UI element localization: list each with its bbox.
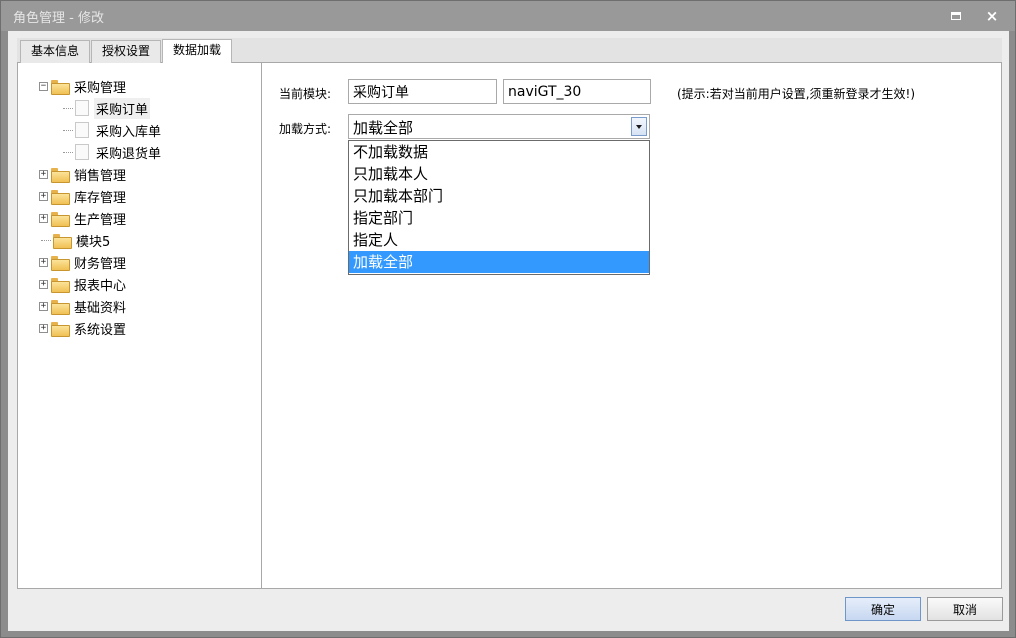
tree-connector [63,151,73,153]
tree-node-purchase-receipt[interactable]: 采购入库单 [63,120,163,140]
folder-icon [51,189,70,205]
expand-icon[interactable]: + [39,323,48,333]
window-title: 角色管理 - 修改 [13,11,104,26]
collapse-icon[interactable]: − [39,81,48,91]
data-loading-form: 当前模块: (提示:若对当前用户设置,须重新登录才生效!) 加载方式: 加载全部… [263,63,1001,588]
expand-icon[interactable]: + [39,213,48,223]
tree-node-label: 库存管理 [74,190,127,206]
tab-authorization[interactable]: 授权设置 [91,40,162,63]
option-specified-person[interactable]: 指定人 [349,229,649,251]
module-tree: − 采购管理 采购订单 采购入库单 采购退货单 + 销售管理 + 库存管理 + … [18,63,262,588]
tree-node-label: 生产管理 [74,212,127,228]
option-self-only[interactable]: 只加载本人 [349,163,649,185]
expand-icon[interactable]: + [39,169,48,179]
expand-icon[interactable]: + [39,301,48,311]
tree-node-label: 报表中心 [74,278,127,294]
tree-node-label: 模块5 [76,234,111,250]
tree-node-production[interactable]: + 生产管理 [39,208,128,228]
close-button[interactable]: × [981,7,1003,25]
tree-node-module5[interactable]: 模块5 [41,230,112,250]
option-load-all[interactable]: 加载全部 [349,251,649,273]
tab-strip: 基本信息 授权设置 数据加载 [17,38,1002,63]
folder-icon [53,233,72,249]
tree-node-label: 采购退货单 [96,146,162,162]
tree-node-inventory[interactable]: + 库存管理 [39,186,128,206]
option-no-load[interactable]: 不加载数据 [349,141,649,163]
tree-node-label: 销售管理 [74,168,127,184]
document-icon [75,144,89,160]
document-icon [75,100,89,116]
dialog-body: 基本信息 授权设置 数据加载 − 采购管理 采购订单 采购入库单 采购退货单 +… [8,31,1009,631]
tree-node-sales[interactable]: + 销售管理 [39,164,128,184]
tree-node-label: 基础资料 [74,300,127,316]
document-icon [75,122,89,138]
tree-node-label: 采购管理 [74,80,127,96]
ok-button[interactable]: 确定 [845,597,921,621]
folder-icon [51,255,70,271]
folder-icon [51,167,70,183]
module-code-field[interactable] [503,79,651,104]
expand-icon[interactable]: + [39,191,48,201]
title-bar[interactable]: 角色管理 - 修改 × [1,1,1015,31]
dialog-window: 角色管理 - 修改 × 基本信息 授权设置 数据加载 − 采购管理 采购订单 采… [0,0,1016,638]
tree-connector [41,239,51,241]
folder-icon [51,299,70,315]
load-mode-select[interactable]: 加载全部 [348,114,650,139]
tree-node-reports[interactable]: + 报表中心 [39,274,128,294]
tree-connector [63,107,73,109]
tree-connector [63,129,73,131]
close-icon: × [985,6,999,25]
folder-icon [51,277,70,293]
tree-node-finance[interactable]: + 财务管理 [39,252,128,272]
tree-node-system-settings[interactable]: + 系统设置 [39,318,128,338]
option-specified-department[interactable]: 指定部门 [349,207,649,229]
dropdown-button[interactable] [631,117,647,136]
tree-node-procurement[interactable]: − 采购管理 [39,76,128,96]
tab-panel-data-loading: − 采购管理 采购订单 采购入库单 采购退货单 + 销售管理 + 库存管理 + … [17,63,1002,589]
maximize-button[interactable] [945,7,967,25]
load-mode-value: 加载全部 [353,119,414,137]
tree-node-purchase-order[interactable]: 采购订单 [63,97,151,119]
module-name-field[interactable] [348,79,497,104]
expand-icon[interactable]: + [39,257,48,267]
tree-node-label: 财务管理 [74,256,127,272]
load-mode-label: 加载方式: [279,122,332,136]
tab-basic-info[interactable]: 基本信息 [20,40,91,63]
tree-node-master-data[interactable]: + 基础资料 [39,296,128,316]
current-module-label: 当前模块: [279,87,332,101]
tree-node-label: 采购入库单 [96,124,162,140]
expand-icon[interactable]: + [39,279,48,289]
chevron-down-icon [636,124,642,129]
folder-icon [51,321,70,337]
tree-node-label: 系统设置 [74,322,127,338]
hint-text: (提示:若对当前用户设置,须重新登录才生效!) [677,87,916,101]
cancel-button[interactable]: 取消 [927,597,1003,621]
load-mode-dropdown-list: 不加载数据 只加载本人 只加载本部门 指定部门 指定人 加载全部 [348,140,650,275]
folder-icon [51,211,70,227]
folder-icon [51,79,70,95]
maximize-icon [951,12,961,20]
tree-node-purchase-return[interactable]: 采购退货单 [63,142,163,162]
tree-node-label: 采购订单 [94,97,151,119]
tab-data-loading[interactable]: 数据加载 [162,39,233,63]
option-own-department[interactable]: 只加载本部门 [349,185,649,207]
